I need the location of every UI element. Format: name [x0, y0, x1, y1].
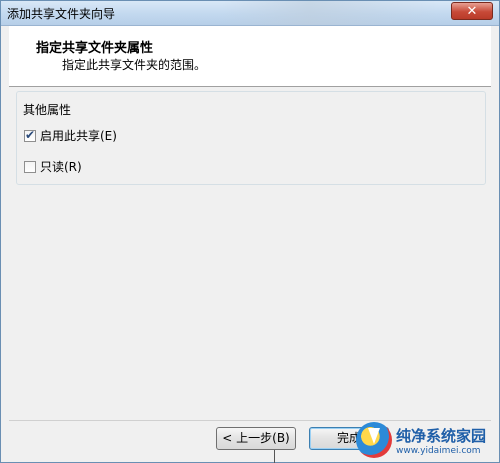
read-only-label[interactable]: 只读(R): [40, 158, 82, 175]
group-label: 其他属性: [23, 103, 72, 117]
page-title: 指定共享文件夹属性: [36, 41, 154, 56]
watermark-url: www.yidaimei.com: [396, 445, 481, 456]
window-title: 添加共享文件夹向导: [7, 7, 116, 21]
title-blur: [221, 1, 441, 25]
divider: [274, 450, 275, 463]
page-subtitle: 指定此共享文件夹的范围。: [62, 58, 207, 72]
watermark-logo-icon: [356, 422, 392, 458]
wizard-content: 其他属性 ✔ 启用此共享(E) 只读(R): [9, 87, 491, 420]
watermark-name: 纯净系统家园: [396, 426, 487, 445]
read-only-checkbox[interactable]: [24, 160, 36, 173]
watermark: 纯净系统家园 www.yidaimei.com: [356, 419, 496, 461]
wizard-header: 指定共享文件夹属性 指定此共享文件夹的范围。: [9, 26, 491, 87]
enable-share-label[interactable]: 启用此共享(E): [40, 127, 117, 144]
title-bar[interactable]: 添加共享文件夹向导 ✕: [1, 1, 499, 26]
close-icon: ✕: [466, 4, 478, 19]
wizard-window: 添加共享文件夹向导 ✕ 指定共享文件夹属性 指定此共享文件夹的范围。 其他属性 …: [0, 0, 500, 463]
enable-share-checkbox[interactable]: ✔: [24, 127, 36, 142]
close-button[interactable]: ✕: [451, 2, 493, 20]
other-properties-group: 其他属性 ✔ 启用此共享(E) 只读(R): [16, 91, 486, 185]
read-only-option[interactable]: 只读(R): [24, 158, 82, 175]
checkmark-icon: ✔: [25, 127, 36, 142]
enable-share-option[interactable]: ✔ 启用此共享(E): [24, 127, 117, 144]
back-button[interactable]: < 上一步(B): [216, 427, 296, 450]
